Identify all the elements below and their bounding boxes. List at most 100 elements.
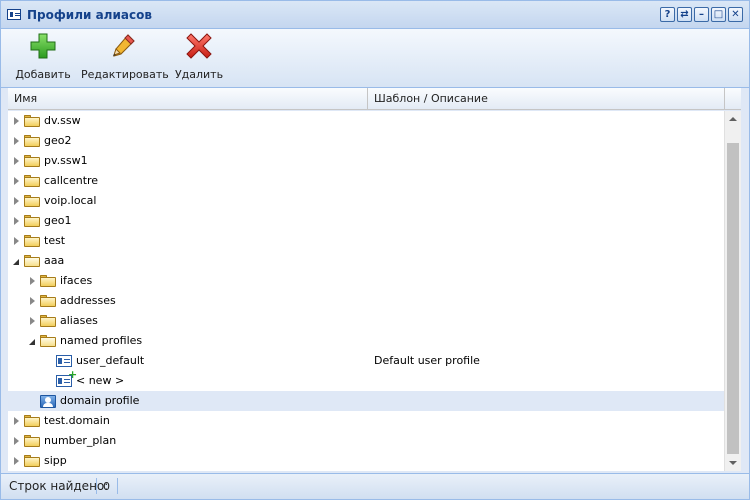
description-cell: Default user profile: [374, 354, 480, 367]
tree-grid: dv.ssw geo2 pv.ssw1 callcentre voip.local geo…: [8, 111, 741, 471]
tree-row[interactable]: sipp: [8, 451, 724, 471]
folder-icon: [24, 415, 40, 427]
row-label: number_plan: [44, 434, 117, 447]
scroll-up-arrow[interactable]: [725, 111, 741, 127]
expand-arrow-icon[interactable]: [12, 431, 22, 451]
expand-arrow-icon[interactable]: [12, 151, 22, 171]
tree-row[interactable]: domain profile: [8, 391, 724, 411]
name-cell: geo1: [12, 211, 71, 231]
tree-row[interactable]: + < new >: [8, 369, 724, 391]
tree-row[interactable]: geo2: [8, 131, 724, 151]
vertical-scrollbar[interactable]: [724, 111, 741, 471]
row-label: user_default: [76, 354, 145, 367]
expand-arrow-icon[interactable]: [12, 191, 22, 211]
folder-open-icon: [24, 255, 40, 267]
name-cell: dv.ssw: [12, 111, 81, 131]
expand-arrow-icon[interactable]: [12, 171, 22, 191]
column-name-header[interactable]: Имя: [8, 88, 368, 110]
name-cell: user_default: [44, 351, 144, 371]
name-cell: sipp: [12, 451, 67, 471]
edit-button[interactable]: Редактировать: [81, 33, 169, 81]
tree-row[interactable]: user_default Default user profile: [8, 351, 724, 371]
tree-row[interactable]: dv.ssw: [8, 111, 724, 131]
name-cell: + < new >: [44, 369, 124, 391]
expand-arrow-icon[interactable]: [12, 231, 22, 251]
tree-row[interactable]: aliases: [8, 311, 724, 331]
row-label: test: [44, 234, 66, 247]
folder-icon: [24, 215, 40, 227]
pencil-icon: [113, 34, 135, 57]
folder-icon: [40, 315, 56, 327]
tree-row[interactable]: pv.ssw1: [8, 151, 724, 171]
expand-arrow-icon[interactable]: [12, 411, 22, 431]
status-bar: Строк найдено: 0: [1, 473, 749, 499]
collapse-arrow-icon[interactable]: [12, 251, 22, 271]
scroll-down-arrow[interactable]: [725, 455, 741, 471]
scroll-thumb[interactable]: [727, 143, 739, 454]
restore-button[interactable]: ⇄: [677, 7, 692, 22]
row-label: sipp: [44, 454, 67, 467]
tree-row[interactable]: geo1: [8, 211, 724, 231]
maximize-button[interactable]: □: [711, 7, 726, 22]
tree-row[interactable]: named profiles: [8, 331, 724, 351]
profile-card-icon: [7, 9, 21, 20]
column-template-header[interactable]: Шаблон / Описание: [368, 88, 725, 110]
add-label: Добавить: [15, 68, 71, 81]
collapse-arrow-icon[interactable]: [28, 331, 38, 351]
folder-icon: [24, 195, 40, 207]
tree-row[interactable]: aaa: [8, 251, 724, 271]
row-label: test.domain: [44, 414, 110, 427]
name-cell: test.domain: [12, 411, 110, 431]
folder-icon: [40, 275, 56, 287]
folder-icon: [24, 455, 40, 467]
expand-arrow-icon[interactable]: [28, 311, 38, 331]
tree-row[interactable]: ifaces: [8, 271, 724, 291]
green-plus-icon: [30, 33, 56, 59]
grid-header: Имя Шаблон / Описание: [8, 88, 741, 110]
tree-row[interactable]: test.domain: [8, 411, 724, 431]
folder-icon: [24, 155, 40, 167]
row-label: ifaces: [60, 274, 93, 287]
row-label: geo1: [44, 214, 72, 227]
expand-arrow-icon[interactable]: [12, 131, 22, 151]
folder-icon: [24, 115, 40, 127]
expand-arrow-icon[interactable]: [12, 211, 22, 231]
name-cell: geo2: [12, 131, 71, 151]
minimize-button[interactable]: –: [694, 7, 709, 22]
name-cell: domain profile: [28, 391, 139, 411]
expand-arrow-icon[interactable]: [12, 111, 22, 131]
name-cell: aaa: [12, 251, 64, 271]
expand-arrow-icon[interactable]: [12, 451, 22, 471]
folder-icon: [40, 295, 56, 307]
folder-open-icon: [40, 335, 56, 347]
window-title: Профили алиасов: [27, 8, 152, 22]
row-label: named profiles: [60, 334, 143, 347]
status-separator: [117, 478, 118, 494]
name-cell: voip.local: [12, 191, 96, 211]
name-cell: named profiles: [28, 331, 142, 351]
tree-row[interactable]: number_plan: [8, 431, 724, 451]
add-button[interactable]: Добавить: [11, 33, 75, 81]
tree-row[interactable]: callcentre: [8, 171, 724, 191]
window-tools: ? ⇄ – □ ✕: [660, 7, 743, 22]
delete-button[interactable]: Удалить: [171, 33, 227, 81]
name-cell: addresses: [28, 291, 116, 311]
close-button[interactable]: ✕: [728, 7, 743, 22]
row-label: aaa: [44, 254, 65, 267]
status-separator: [96, 478, 97, 494]
red-x-icon: [186, 33, 212, 59]
help-button[interactable]: ?: [660, 7, 675, 22]
expand-arrow-icon[interactable]: [28, 271, 38, 291]
toolbar: Добавить Редактировать Удалить: [1, 29, 749, 88]
new-profile-icon: +: [56, 369, 77, 387]
tree-row[interactable]: addresses: [8, 291, 724, 311]
name-cell: number_plan: [12, 431, 116, 451]
delete-label: Удалить: [174, 68, 224, 81]
tree-row[interactable]: voip.local: [8, 191, 724, 211]
rows-found-label: Строк найдено:: [9, 479, 109, 493]
tree-row[interactable]: test: [8, 231, 724, 251]
expand-arrow-icon[interactable]: [28, 291, 38, 311]
folder-icon: [24, 435, 40, 447]
